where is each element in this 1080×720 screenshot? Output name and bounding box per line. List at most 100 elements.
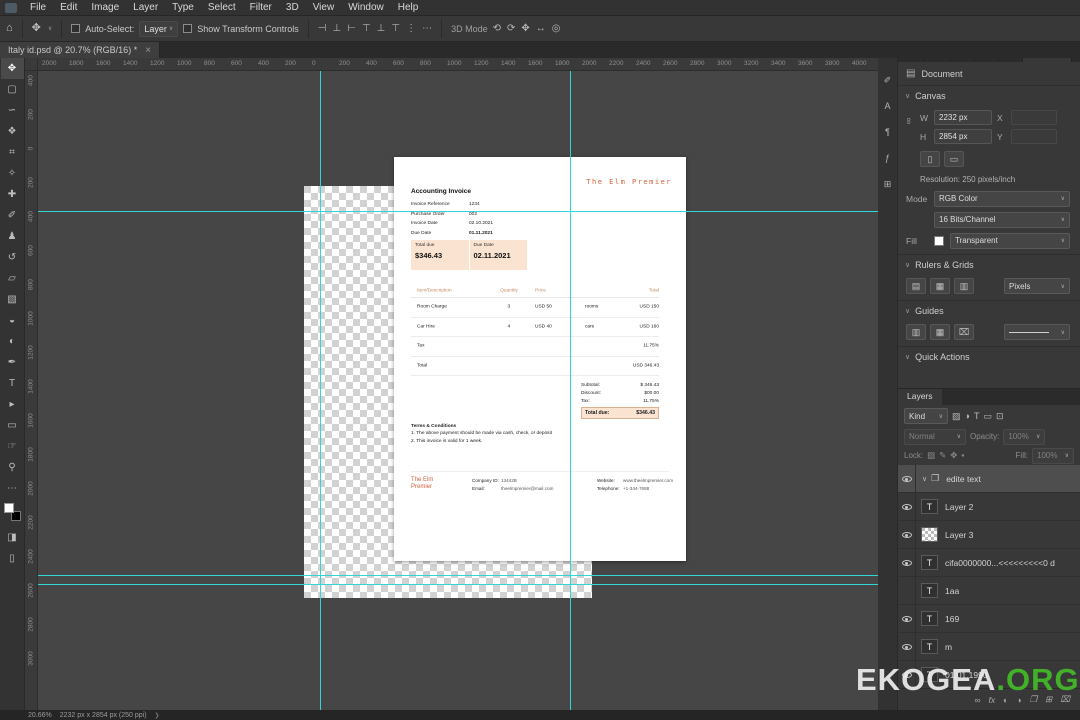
libraries-panel-icon[interactable]: ⊞ [879, 176, 897, 192]
menu-item-file[interactable]: File [23, 0, 53, 16]
clear-guides-button[interactable]: ⌧ [954, 324, 974, 340]
y-input[interactable] [1011, 129, 1057, 144]
hand-tool[interactable]: ☞ [1, 436, 24, 457]
link-dimensions-icon[interactable]: ∞ [904, 118, 914, 124]
path-selection-tool[interactable]: ▸ [1, 394, 24, 415]
blend-mode-dropdown[interactable]: Normal ∨ [904, 428, 966, 445]
pen-tool[interactable]: ✒ [1, 352, 24, 373]
visibility-toggle[interactable] [898, 548, 916, 577]
3d-rotate-icon[interactable]: ⟲ [493, 23, 501, 34]
width-input[interactable]: 2232 px [934, 110, 992, 125]
filter-adjustment-layers-icon[interactable]: ◑ [965, 411, 970, 422]
close-icon[interactable]: × [145, 45, 151, 56]
layer-row[interactable]: Layer 3 [898, 520, 1080, 549]
layer-row[interactable]: T Layer 2 [898, 492, 1080, 521]
visibility-toggle[interactable] [898, 465, 916, 493]
auto-select-checkbox[interactable] [71, 24, 81, 33]
brush-tool[interactable]: ✐ [1, 205, 24, 226]
align-center-horizontal-icon[interactable]: ⊥ [333, 23, 342, 34]
quick-mask-button[interactable]: ◨ [1, 527, 24, 548]
left-ruler[interactable]: 400 200 0 200 400 600 800 1000 1200 1400 1600 1800 2… [25, 71, 38, 710]
shape-tool[interactable]: ▭ [1, 415, 24, 436]
brushes-panel-icon[interactable]: ✐ [879, 72, 897, 88]
menu-item-filter[interactable]: Filter [243, 0, 279, 16]
kind-filter-dropdown[interactable]: Kind ∨ [904, 408, 948, 424]
type-tool[interactable]: T [1, 373, 24, 394]
guide-vertical[interactable] [320, 71, 321, 710]
show-transform-checkbox[interactable] [183, 24, 193, 33]
align-bottom-icon[interactable]: ⊤ [391, 23, 400, 34]
guides-section-header[interactable]: ∨ Guides [898, 301, 1080, 321]
edit-toolbar-icon[interactable]: ⋯ [1, 478, 24, 499]
align-top-icon[interactable]: ⊤ [362, 23, 371, 34]
guide-horizontal[interactable] [38, 575, 878, 576]
visibility-toggle[interactable] [898, 492, 916, 521]
filter-smart-objects-icon[interactable]: ⊡ [996, 411, 1004, 422]
layer-row[interactable]: ∨ ❐ edite text [898, 465, 1080, 493]
canvas-section-header[interactable]: ∨ Canvas [898, 86, 1080, 106]
menu-item-3d[interactable]: 3D [279, 0, 306, 16]
opacity-dropdown[interactable]: 100% ∨ [1003, 428, 1046, 445]
layer-row[interactable]: Tcifa0000000...<<<<<<<<<0 d [898, 548, 1080, 577]
move-tool[interactable]: ✥ [0, 58, 24, 79]
more-align-options-icon[interactable]: ⋯ [422, 23, 432, 34]
visibility-toggle[interactable] [898, 604, 916, 633]
lock-pixels-icon[interactable]: ✎ [939, 450, 946, 461]
align-left-icon[interactable]: ⊣ [318, 23, 327, 34]
guide-horizontal[interactable] [38, 584, 878, 585]
align-middle-icon[interactable]: ⊥ [377, 23, 386, 34]
toggle-guides-button[interactable]: ▥ [906, 324, 926, 340]
clone-stamp-tool[interactable]: ♟ [1, 226, 24, 247]
x-input[interactable] [1011, 110, 1057, 125]
visibility-toggle[interactable] [898, 520, 916, 549]
layer-row[interactable]: T 169 [898, 604, 1080, 633]
menu-item-window[interactable]: Window [341, 0, 391, 16]
glyphs-panel-icon[interactable]: ƒ [879, 150, 897, 166]
3d-zoom-icon[interactable]: ◎ [552, 23, 561, 34]
app-logo-icon[interactable] [5, 2, 17, 13]
layers-tab[interactable]: Layers [898, 389, 942, 405]
layer-row[interactable]: T 1aa [898, 576, 1080, 605]
healing-brush-tool[interactable]: ✚ [1, 184, 24, 205]
move-tool-icon[interactable]: ✥ [32, 23, 41, 34]
layer-fill-dropdown[interactable]: 100% ∨ [1032, 447, 1074, 464]
eyedropper-tool[interactable]: ✧ [1, 163, 24, 184]
layer-row[interactable]: Tm [898, 632, 1080, 661]
filter-shape-layers-icon[interactable]: ▭ [983, 411, 992, 422]
toggle-pixel-grid-button[interactable]: ▥ [954, 278, 974, 294]
canvas-fill-dropdown[interactable]: Transparent ∨ [950, 232, 1070, 249]
filter-pixel-layers-icon[interactable]: ▨ [952, 411, 961, 422]
home-icon[interactable]: ⌂ [6, 23, 13, 34]
units-dropdown[interactable]: Pixels ∨ [1004, 278, 1070, 294]
document-tab[interactable]: Italy id.psd @ 20.7% (RGB/16) * × [0, 42, 161, 58]
crop-tool[interactable]: ⌗ [1, 142, 24, 163]
zoom-level[interactable]: 20.66% [28, 712, 52, 719]
auto-select-target-dropdown[interactable]: Layer ∨ [139, 20, 179, 37]
lock-guides-button[interactable]: ▦ [930, 324, 950, 340]
rulers-grids-section-header[interactable]: ∨ Rulers & Grids [898, 255, 1080, 275]
guide-vertical[interactable] [570, 71, 571, 710]
screen-mode-button[interactable]: ▯ [1, 548, 24, 569]
portrait-orientation-button[interactable]: ▯ [920, 151, 940, 167]
guide-horizontal[interactable] [38, 211, 878, 212]
quick-actions-section-header[interactable]: ∨ Quick Actions [898, 347, 1080, 367]
3d-slide-icon[interactable]: ↔ [536, 23, 546, 34]
foreground-color-swatch[interactable] [3, 503, 14, 513]
lock-position-icon[interactable]: ✥ [950, 450, 957, 461]
chevron-right-icon[interactable]: ❯ [155, 712, 160, 719]
color-mode-dropdown[interactable]: RGB Color ∨ [934, 190, 1070, 207]
menu-item-image[interactable]: Image [84, 0, 126, 16]
lasso-tool[interactable]: ∽ [1, 100, 24, 121]
character-panel-icon[interactable]: A [879, 98, 897, 114]
toggle-rulers-button[interactable]: ▤ [906, 278, 926, 294]
zoom-tool[interactable]: ⚲ [1, 457, 24, 478]
landscape-orientation-button[interactable]: ▭ [944, 151, 964, 167]
chevron-down-icon[interactable]: ∨ [922, 475, 927, 483]
paragraph-panel-icon[interactable]: ¶ [879, 124, 897, 140]
3d-roll-icon[interactable]: ⟳ [507, 23, 515, 34]
bit-depth-dropdown[interactable]: 16 Bits/Channel ∨ [934, 211, 1070, 228]
toggle-grid-button[interactable]: ▦ [930, 278, 950, 294]
blur-tool[interactable]: ◒ [1, 310, 24, 331]
guide-style-dropdown[interactable]: ∨ [1004, 324, 1070, 340]
menu-item-type[interactable]: Type [165, 0, 201, 16]
